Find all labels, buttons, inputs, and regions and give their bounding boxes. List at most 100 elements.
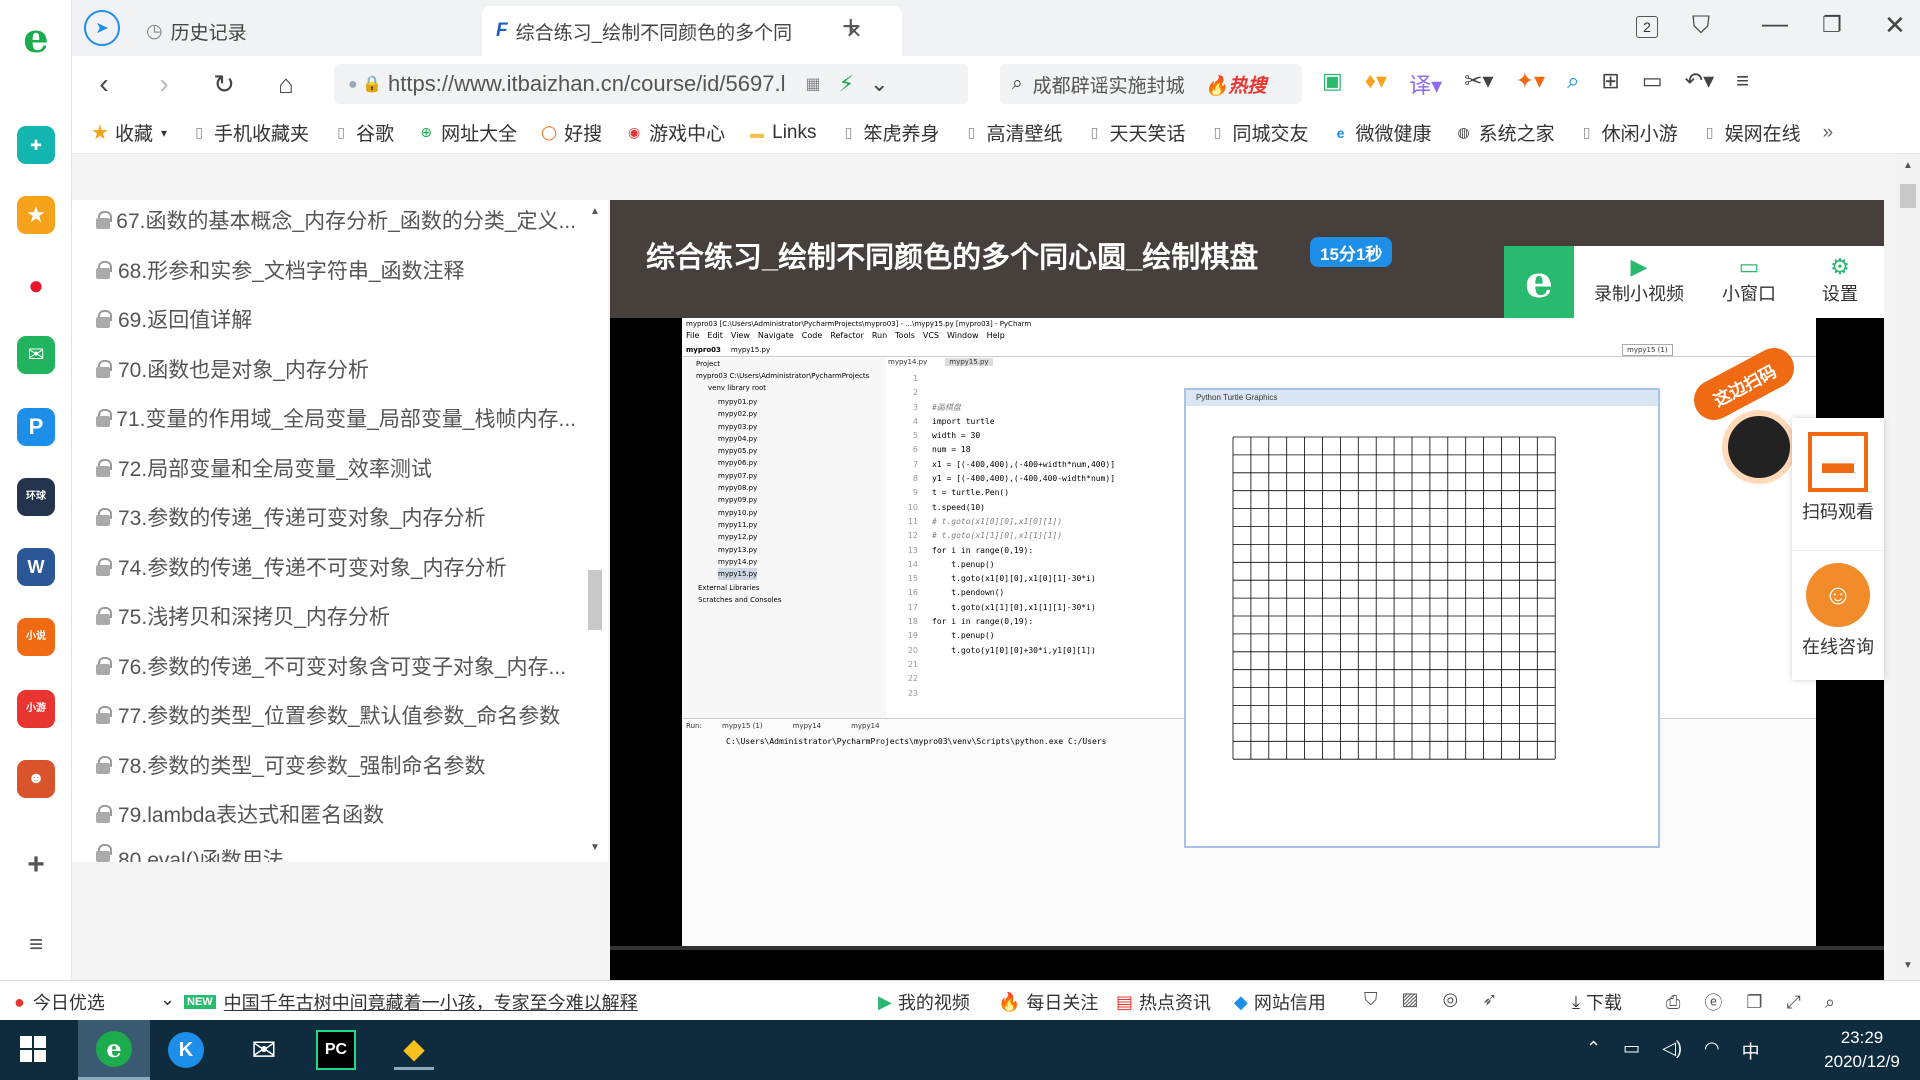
game-avatar-icon[interactable]: ☻	[17, 760, 55, 798]
lesson-item[interactable]: 76.参数的传递_不可变对象含可变子对象_内存...	[96, 646, 576, 686]
scroll-up-icon[interactable]: ▲	[1903, 160, 1913, 171]
tab-history[interactable]: ◷ 历史记录	[132, 6, 462, 56]
scroll-thumb[interactable]	[588, 570, 602, 630]
wifi-icon[interactable]: ◠	[1704, 1038, 1720, 1064]
weibo-icon[interactable]: ●	[17, 266, 55, 304]
hot-news-item[interactable]: ▤ 热点资讯	[1116, 989, 1211, 1015]
add-icon[interactable]: +	[17, 846, 55, 884]
scroll-down-icon[interactable]: ▼	[1903, 960, 1913, 971]
image-icon[interactable]: ▨	[1402, 989, 1419, 1010]
lesson-item[interactable]: 71.变量的作用域_全局变量_局部变量_栈帧内存...	[96, 398, 576, 438]
bookmark-item[interactable]: ◍ 系统之家	[1454, 119, 1554, 146]
windows-start-icon[interactable]	[20, 1036, 46, 1062]
news-ticker[interactable]: NEW 中国千年古树中间竟藏着一小孩，专家至今难以解释	[184, 989, 638, 1015]
lesson-item[interactable]: 72.局部变量和全局变量_效率测试	[96, 448, 576, 488]
rocket-icon[interactable]: ➶	[1482, 989, 1497, 1010]
bookmark-item[interactable]: ▯ 天天笑话	[1085, 119, 1186, 146]
game-app-icon[interactable]: 小游	[17, 690, 55, 728]
window-icon[interactable]: ❐	[1746, 992, 1762, 1013]
site-credit-item[interactable]: ◆ 网站信用	[1234, 989, 1326, 1015]
bookmark-item[interactable]: ▯ 高清壁纸	[962, 119, 1063, 146]
settings-button[interactable]: ⚙ 设置	[1800, 254, 1880, 306]
bookmark-item[interactable]: ▯ 休闲小游	[1577, 119, 1678, 146]
bookmark-item[interactable]: ▬ Links	[747, 122, 816, 144]
lesson-item[interactable]: 80.eval()函数用法	[96, 844, 576, 862]
chevron-down-icon[interactable]: ⌄	[870, 71, 888, 97]
translate-icon[interactable]: 译▾	[1409, 68, 1442, 100]
mini-window-button[interactable]: ▭ 小窗口	[1704, 254, 1794, 306]
scroll-up-icon[interactable]: ▲	[590, 206, 600, 217]
bookmark-item[interactable]: e 微微健康	[1331, 119, 1432, 146]
bookmark-item[interactable]: ▯ 谷歌	[331, 119, 394, 146]
apps-grid-icon[interactable]: ⊞	[1601, 68, 1619, 100]
shirt-icon[interactable]: ⛉	[1692, 12, 1710, 40]
daily-follow-item[interactable]: 🔥 每日关注	[998, 989, 1098, 1015]
refresh-icon[interactable]: ↻	[206, 66, 242, 102]
qr-icon[interactable]: ▦	[805, 74, 820, 94]
bookmark-favorites[interactable]: ★ 收藏 ▾	[90, 119, 167, 146]
print-icon[interactable]: ⎙	[1666, 992, 1680, 1013]
video-progress-bar[interactable]	[610, 946, 1884, 950]
bookmarks-more-icon[interactable]: »	[1823, 122, 1834, 144]
bookmark-item[interactable]: ▯ 手机收藏夹	[189, 119, 309, 146]
my-video-item[interactable]: ▶ 我的视频	[878, 989, 970, 1015]
app-icon[interactable]: 环球	[17, 478, 55, 516]
chevron-down-icon[interactable]: ⌄	[160, 989, 175, 1010]
tray-up-icon[interactable]: ⌃	[1586, 1038, 1601, 1064]
lesson-item[interactable]: 79.lambda表达式和匿名函数	[96, 794, 576, 834]
list-scrollbar[interactable]: ▲ ▼	[586, 200, 604, 862]
favorites-star-icon[interactable]: ★	[17, 196, 55, 234]
search-box[interactable]: ⌕ 成都辟谣实施封城 🔥热搜	[1000, 64, 1302, 104]
taskbar-k-app-icon[interactable]: K	[168, 1032, 204, 1068]
sidebar-app-icon[interactable]: ✚	[17, 126, 55, 164]
bookmark-item[interactable]: ◯ 好搜	[539, 119, 602, 146]
home-icon[interactable]: ⌂	[268, 66, 304, 102]
ime-indicator[interactable]: 中	[1742, 1038, 1760, 1064]
consult-button[interactable]: ☺ 在线咨询	[1792, 550, 1884, 680]
extension-green-icon[interactable]: ▣	[1322, 68, 1343, 100]
download-item[interactable]: ⤓ 下载	[1572, 989, 1622, 1015]
back-icon[interactable]: ‹	[86, 66, 122, 102]
zoom-icon[interactable]: ⌕	[1825, 992, 1835, 1013]
lesson-item[interactable]: 75.浅拷贝和深拷贝_内存分析	[96, 596, 576, 636]
bookmark-item[interactable]: ◉ 游戏中心	[624, 119, 725, 146]
close-window-icon[interactable]: ✕	[1884, 10, 1906, 41]
record-video-button[interactable]: ▶ 录制小视频	[1584, 254, 1694, 306]
pp-app-icon[interactable]: P	[17, 408, 55, 446]
scroll-down-icon[interactable]: ▼	[590, 842, 600, 853]
find-icon[interactable]: ⌕	[1567, 68, 1579, 100]
screenshot-icon[interactable]: ✂▾	[1464, 68, 1493, 100]
scroll-thumb[interactable]	[1900, 184, 1916, 208]
clock[interactable]: 23:29 2020/12/9	[1812, 1026, 1912, 1074]
minimize-icon[interactable]: —	[1762, 8, 1788, 39]
coupon-icon[interactable]: ♦▾	[1365, 68, 1387, 100]
shield-icon[interactable]: ⛉	[1364, 989, 1378, 1010]
ie-mode-icon[interactable]: ⓔ	[1704, 989, 1722, 1015]
bookmark-item[interactable]: ▯ 同城交友	[1208, 119, 1309, 146]
scan-watch-button[interactable]: ▬ 扫码观看	[1792, 418, 1884, 548]
menu-list-icon[interactable]: ≡	[17, 926, 55, 964]
navigate-icon[interactable]: ➤	[84, 10, 120, 46]
forward-icon[interactable]: ›	[146, 66, 182, 102]
restore-icon[interactable]: ❐	[1822, 12, 1842, 38]
lesson-item[interactable]: 70.函数也是对象_内存分析	[96, 349, 576, 389]
word-icon[interactable]: W	[17, 548, 55, 586]
hot-search-badge[interactable]: 🔥热搜	[1205, 71, 1267, 98]
address-bar[interactable]: ● 🔒 https://www.itbaizhan.cn/course/id/5…	[334, 64, 968, 104]
tab-current[interactable]: F 综合练习_绘制不同颜色的多个同 ✕	[482, 6, 902, 56]
bookmark-item[interactable]: ▯ 笨虎养身	[838, 119, 940, 146]
battery-icon[interactable]: ▭	[1623, 1038, 1640, 1064]
game-icon[interactable]: ✦▾	[1516, 68, 1545, 100]
video-player[interactable]: mypro03 [C:\Users\Administrator\PycharmP…	[610, 318, 1884, 980]
new-tab-icon[interactable]: +	[842, 10, 860, 44]
lesson-item[interactable]: 78.参数的类型_可变参数_强制命名参数	[96, 745, 576, 785]
fullscreen-icon[interactable]: ⤢	[1787, 992, 1801, 1013]
lesson-item[interactable]: 77.参数的类型_位置参数_默认值参数_命名参数	[96, 695, 576, 735]
mail-icon[interactable]: ✉	[17, 336, 55, 374]
lesson-item[interactable]: 67.函数的基本概念_内存分析_函数的分类_定义...	[96, 200, 576, 240]
speed-icon[interactable]: ◎	[1443, 989, 1459, 1010]
menu-icon[interactable]: ≡	[1736, 68, 1749, 100]
bookmark-item[interactable]: ▯ 娱网在线	[1700, 119, 1801, 146]
lesson-item[interactable]: 69.返回值详解	[96, 299, 576, 339]
today-picks[interactable]: ● 今日优选	[14, 989, 105, 1015]
